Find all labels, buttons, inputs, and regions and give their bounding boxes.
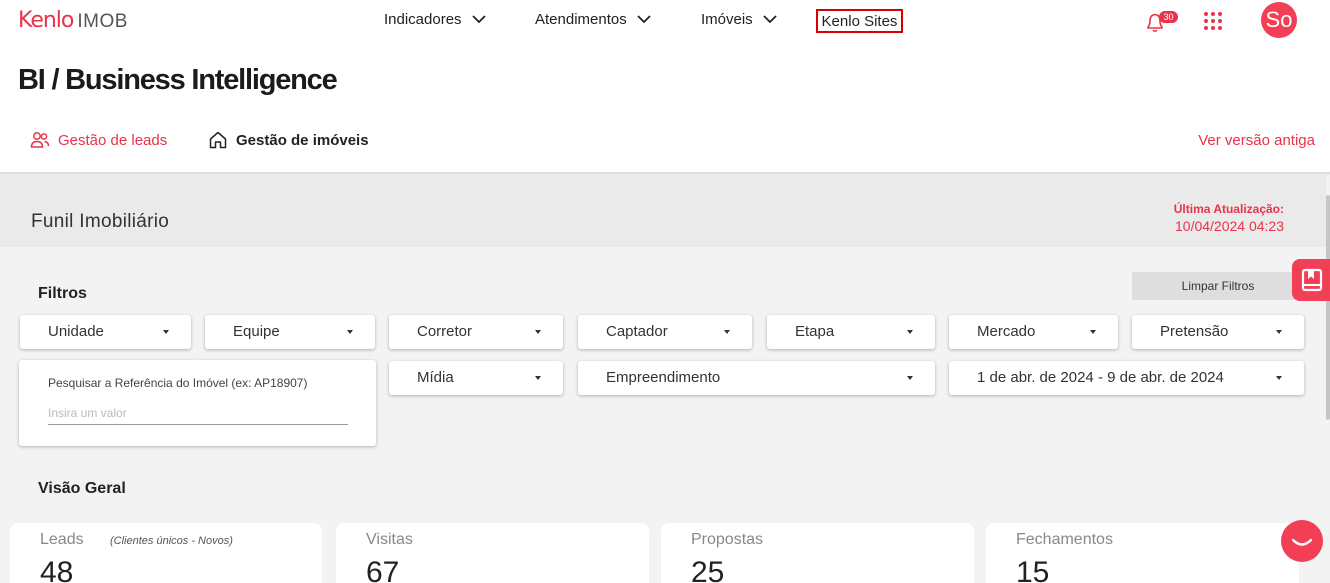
chevron-down-icon: [471, 15, 486, 24]
caret-down-icon: [163, 330, 169, 334]
caret-down-icon: [1090, 330, 1096, 334]
caret-down-icon: [907, 330, 913, 334]
select-corretor[interactable]: Corretor: [389, 315, 563, 349]
kpi-value: 15: [1016, 556, 1050, 583]
apps-grid-icon[interactable]: [1204, 12, 1222, 30]
chevron-down-icon: [637, 15, 651, 24]
select-label: Corretor: [417, 323, 473, 340]
funnel-header: Funil Imobiliário Última Atualização: 10…: [0, 175, 1326, 247]
select-label: Pretensão: [1160, 323, 1229, 340]
bookmark-button[interactable]: [1292, 259, 1330, 301]
kpi-card-visitas: Visitas 67: [336, 523, 649, 583]
nav-item-atendimentos[interactable]: Atendimentos: [535, 11, 651, 28]
select-label: Mídia: [417, 369, 454, 386]
kpi-title: Leads: [40, 531, 84, 548]
page-title: BI / Business Intelligence: [18, 64, 338, 96]
old-version-link[interactable]: Ver versão antiga: [1198, 132, 1315, 149]
caret-down-icon: [347, 330, 353, 334]
select-label: Mercado: [977, 323, 1036, 340]
kpi-value: 67: [366, 556, 400, 583]
kpi-card-fechamentos: Fechamentos 15: [986, 523, 1299, 583]
avatar[interactable]: So: [1261, 2, 1297, 38]
select-pretensao[interactable]: Pretensão: [1132, 315, 1304, 349]
caret-down-icon: [535, 376, 541, 380]
select-midia[interactable]: Mídia: [389, 361, 563, 395]
kpi-value: 25: [691, 556, 725, 583]
filters-heading: Filtros: [38, 285, 87, 302]
kpi-value: 48: [40, 556, 74, 583]
nav-item-label: Imóveis: [701, 11, 753, 28]
scrollbar[interactable]: [1326, 195, 1330, 420]
last-update-value: 10/04/2024 04:23: [1175, 218, 1284, 234]
top-navigation: Kenlo IMOB Indicadores Atendimentos Imóv…: [0, 0, 1330, 42]
kpi-title: Propostas: [691, 531, 764, 548]
chat-button[interactable]: [1281, 520, 1323, 562]
nav-item-imoveis[interactable]: Imóveis: [701, 11, 777, 28]
chevron-down-icon: [763, 15, 777, 24]
tab-label: Gestão de imóveis: [236, 131, 369, 149]
section-title: Funil Imobiliário: [31, 211, 170, 232]
bookmark-icon: [1301, 268, 1323, 292]
nav-item-kenlo-sites[interactable]: Kenlo Sites: [816, 9, 903, 33]
tab-gestao-de-leads[interactable]: Gestão de leads: [30, 130, 167, 150]
clear-filters-button[interactable]: Limpar Filtros: [1132, 272, 1304, 300]
kpi-title: Fechamentos: [1016, 531, 1113, 548]
caret-down-icon: [907, 376, 913, 380]
tab-gestao-de-imoveis[interactable]: Gestão de imóveis: [208, 130, 369, 150]
tab-label: Gestão de leads: [58, 131, 168, 149]
notification-badge: 30: [1159, 11, 1178, 23]
select-etapa[interactable]: Etapa: [767, 315, 935, 349]
select-label: Unidade: [48, 323, 104, 340]
kpi-card-propostas: Propostas 25: [661, 523, 974, 583]
logo-sub-text: IMOB: [77, 11, 128, 32]
kpi-card-leads: Leads (Clientes únicos - Novos) 48: [10, 523, 322, 583]
caret-down-icon: [724, 330, 730, 334]
logo-main-text: Kenlo: [18, 8, 74, 33]
select-empreendimento[interactable]: Empreendimento: [578, 361, 935, 395]
select-label: Captador: [606, 323, 668, 340]
chat-icon: [1291, 538, 1313, 546]
select-captador[interactable]: Captador: [578, 315, 752, 349]
nav-item-indicadores[interactable]: Indicadores: [384, 11, 486, 28]
select-label: Empreendimento: [606, 369, 721, 386]
select-label: Equipe: [233, 323, 280, 340]
reference-search-box: Pesquisar a Referência do Imóvel (ex: AP…: [19, 360, 376, 446]
select-label: Etapa: [795, 323, 835, 340]
caret-down-icon: [1276, 330, 1282, 334]
users-icon: [30, 132, 50, 148]
home-icon: [209, 131, 227, 149]
caret-down-icon: [1276, 376, 1282, 380]
tabs-bar: Gestão de leads Gestão de imóveis Ver ve…: [0, 126, 1330, 158]
main-content: Funil Imobiliário Última Atualização: 10…: [0, 175, 1330, 583]
nav-item-label: Atendimentos: [535, 11, 627, 28]
date-range-label: 1 de abr. de 2024 - 9 de abr. de 2024: [977, 369, 1224, 386]
select-unidade[interactable]: Unidade: [20, 315, 191, 349]
kpi-title: Visitas: [366, 531, 413, 548]
select-mercado[interactable]: Mercado: [949, 315, 1118, 349]
reference-search-label: Pesquisar a Referência do Imóvel (ex: AP…: [48, 376, 308, 390]
kenlo-imob-logo[interactable]: Kenlo IMOB: [18, 8, 128, 33]
overview-heading: Visão Geral: [38, 480, 126, 497]
nav-item-label: Indicadores: [384, 11, 462, 28]
caret-down-icon: [535, 330, 541, 334]
date-range-picker[interactable]: 1 de abr. de 2024 - 9 de abr. de 2024: [949, 361, 1304, 395]
select-equipe[interactable]: Equipe: [205, 315, 375, 349]
kpi-note: (Clientes únicos - Novos): [110, 535, 233, 547]
reference-search-input[interactable]: [48, 401, 348, 425]
last-update-label: Última Atualização:: [1173, 202, 1284, 216]
